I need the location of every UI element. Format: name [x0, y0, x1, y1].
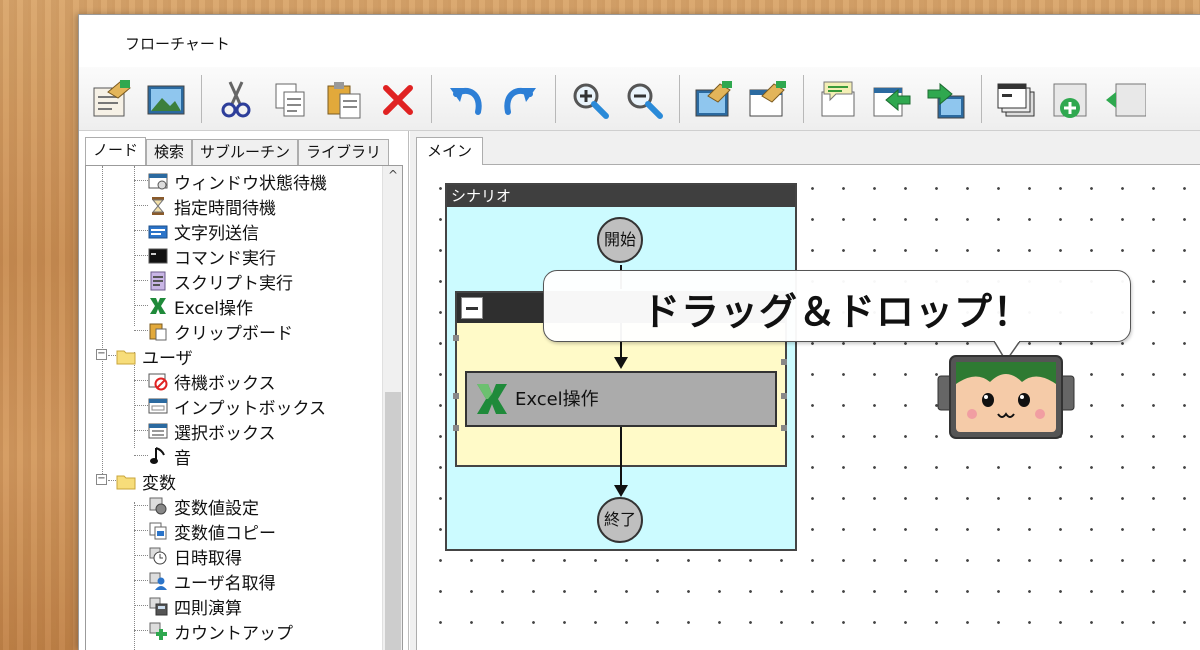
hourglass-icon [148, 196, 168, 216]
left-tab-strip: ノード 検索 サブルーチン ライブラリ [85, 137, 390, 165]
title-bar: フローチャート [79, 15, 1200, 67]
comment-icon[interactable] [813, 75, 863, 125]
flow-canvas[interactable]: シナリオ 開始 Excel操作 終了 [416, 164, 1200, 650]
resize-handle[interactable] [453, 393, 459, 399]
window-wait-icon [148, 171, 168, 191]
collapse-variables-button[interactable]: − [96, 474, 107, 485]
collapse-group-button[interactable] [461, 297, 483, 319]
tab-node[interactable]: ノード [85, 137, 147, 165]
start-node[interactable]: 開始 [597, 217, 643, 263]
tree-item-var-set[interactable]: 変数値設定 [86, 493, 376, 519]
delete-icon[interactable] [373, 75, 423, 125]
tab-subroutine[interactable]: サブルーチン [192, 139, 299, 165]
tree-item-username[interactable]: ユーザ名取得 [86, 568, 376, 594]
end-node[interactable]: 終了 [597, 497, 643, 543]
tree-item-select-box[interactable]: 選択ボックス [86, 418, 376, 444]
paste-icon[interactable] [319, 75, 369, 125]
tree-item-clipboard[interactable]: クリップボード [86, 318, 376, 344]
tree-item-send-text[interactable]: 文字列送信 [86, 218, 376, 244]
arrow-head-icon [614, 357, 628, 369]
import-icon[interactable] [867, 75, 917, 125]
folder-icon [116, 346, 136, 366]
callout-bubble: ドラッグ＆ドロップ！ [543, 270, 1131, 363]
scenario-title: シナリオ [447, 185, 795, 207]
editor-panel: メイン シナリオ 開始 Excel操作 終了 [410, 131, 1200, 650]
action-label: Excel操作 [515, 389, 599, 410]
excel-action-node[interactable]: Excel操作 [465, 371, 777, 427]
image-icon[interactable] [141, 75, 191, 125]
redo-icon[interactable] [495, 75, 545, 125]
copy-icon[interactable] [265, 75, 315, 125]
edit-window-icon[interactable] [743, 75, 793, 125]
flow-connector [620, 427, 622, 469]
keyboard-icon [148, 221, 168, 241]
resize-handle[interactable] [781, 393, 787, 399]
arrow-head-icon [614, 485, 628, 497]
new-flow-icon[interactable] [87, 75, 137, 125]
resize-handle[interactable] [453, 335, 459, 341]
robot-mascot-icon [937, 355, 1075, 439]
tree-item-window-wait[interactable]: ウィンドウ状態待機 [86, 168, 376, 194]
tree-item-script[interactable]: スクリプト実行 [86, 268, 376, 294]
excel-icon [477, 384, 507, 414]
tree-item-command[interactable]: コマンド実行 [86, 243, 376, 269]
nav-icon[interactable] [1099, 75, 1149, 125]
select-box-icon [148, 421, 168, 441]
scenario-box[interactable]: シナリオ 開始 Excel操作 終了 [445, 183, 797, 551]
collapse-user-button[interactable]: − [96, 349, 107, 360]
tree-item-excel[interactable]: Excel操作 [86, 293, 376, 319]
windows-icon[interactable] [991, 75, 1041, 125]
tree-item-wait-box[interactable]: 待機ボックス [86, 368, 376, 394]
callout-text: ドラッグ＆ドロップ！ [641, 290, 1032, 334]
clock-icon [148, 546, 168, 566]
scroll-thumb[interactable] [385, 392, 401, 650]
export-icon[interactable] [921, 75, 971, 125]
tree-item-arithmetic[interactable]: 四則演算 [86, 593, 376, 619]
node-tree: ウィンドウ状態待機 指定時間待機 文字列送信 コマンド実行 スクリプト実行 Ex… [85, 165, 403, 650]
tree-item-sound[interactable]: 音 [86, 443, 376, 469]
toolbar [79, 67, 1200, 131]
tree-item-count-up[interactable]: カウントアップ [86, 618, 376, 644]
variable-set-icon [148, 496, 168, 516]
resize-handle[interactable] [781, 425, 787, 431]
window-title: フローチャート [125, 35, 230, 53]
cut-icon[interactable] [211, 75, 261, 125]
folder-icon [116, 471, 136, 491]
tree-folder-user[interactable]: − ユーザ [86, 343, 376, 369]
edit-node-icon[interactable] [689, 75, 739, 125]
resize-handle[interactable] [453, 425, 459, 431]
node-panel: ノード 検索 サブルーチン ライブラリ ウィンドウ状態待機 指定時間待機 文字列… [79, 131, 409, 650]
undo-icon[interactable] [441, 75, 491, 125]
count-up-icon [148, 621, 168, 641]
tree-scrollbar[interactable]: ^ [382, 166, 402, 650]
tree-item-var-copy[interactable]: 変数値コピー [86, 518, 376, 544]
script-icon [148, 271, 168, 291]
tree-item-datetime[interactable]: 日時取得 [86, 543, 376, 569]
tree-item-input-box[interactable]: インプットボックス [86, 393, 376, 419]
zoom-in-icon[interactable] [565, 75, 615, 125]
tree-folder-variables[interactable]: − 変数 [86, 468, 376, 494]
music-note-icon [148, 446, 168, 466]
excel-icon [148, 296, 168, 316]
terminal-icon [148, 246, 168, 266]
tab-search[interactable]: 検索 [146, 139, 193, 165]
wait-box-icon [148, 371, 168, 391]
variable-copy-icon [148, 521, 168, 541]
input-box-icon [148, 396, 168, 416]
add-icon[interactable] [1045, 75, 1095, 125]
resize-handle[interactable] [781, 359, 787, 365]
clipboard-icon [148, 321, 168, 341]
scroll-up-icon[interactable]: ^ [383, 166, 402, 184]
tree-item-timed-wait[interactable]: 指定時間待機 [86, 193, 376, 219]
zoom-out-icon[interactable] [619, 75, 669, 125]
tab-main[interactable]: メイン [416, 137, 484, 165]
tab-library[interactable]: ライブラリ [298, 139, 390, 165]
calculator-icon [148, 596, 168, 616]
user-icon [148, 571, 168, 591]
